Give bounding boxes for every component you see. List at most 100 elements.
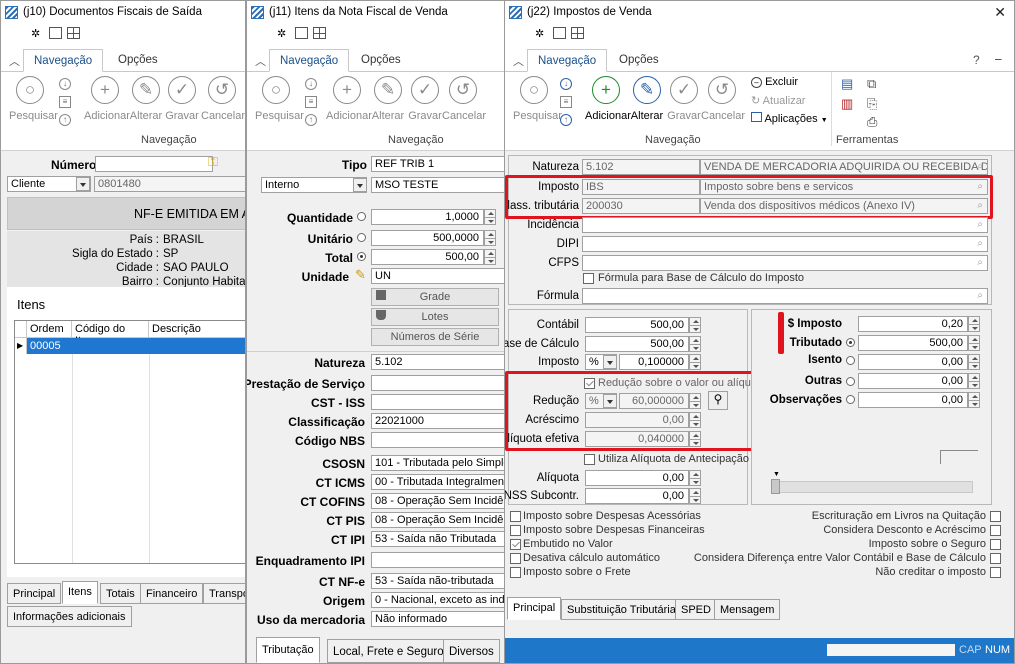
cancelar-button[interactable]: ↺ Cancelar xyxy=(701,76,745,122)
contabil-input[interactable]: 500,00 xyxy=(585,317,689,333)
outras-radio[interactable] xyxy=(846,377,855,386)
outras-stepper[interactable] xyxy=(968,373,980,389)
arrow-down-icon[interactable]: ↓ xyxy=(560,78,572,90)
numeros-serie-button[interactable]: Números de Série xyxy=(371,328,499,346)
comment-icon[interactable]: ▤ xyxy=(841,76,853,92)
list-icon[interactable]: ≡ xyxy=(305,96,317,108)
pesquisar-button[interactable]: ○ Pesquisar xyxy=(255,76,304,122)
imposto-percent-stepper[interactable] xyxy=(689,354,701,370)
tab-navegacao[interactable]: Navegação xyxy=(23,49,104,72)
total-radio[interactable] xyxy=(357,252,366,261)
classificacao-input[interactable]: 22021000 xyxy=(371,413,505,429)
tab-opcoes[interactable]: Opções xyxy=(609,49,669,72)
numero-input[interactable] xyxy=(95,156,213,172)
gravar-button[interactable]: ✓ Gravar xyxy=(663,76,705,122)
slider-track[interactable] xyxy=(771,481,973,493)
tributado-stepper[interactable] xyxy=(968,335,980,351)
slider-handle[interactable] xyxy=(771,479,780,494)
pesquisar-button[interactable]: ○ Pesquisar xyxy=(513,76,562,122)
paste-icon[interactable]: ⎘ xyxy=(867,96,877,112)
tab-navegacao[interactable]: Navegação xyxy=(527,49,608,72)
collapse-ribbon-icon[interactable]: ︿ xyxy=(513,53,524,69)
natureza-input[interactable]: 5.102 xyxy=(371,354,505,370)
contabil-stepper[interactable] xyxy=(689,317,701,333)
formula-input[interactable]: ⌕ xyxy=(582,288,988,304)
list-icon[interactable]: ≡ xyxy=(560,96,572,108)
tab-principal[interactable]: Principal xyxy=(507,597,562,620)
cliente-input[interactable]: 0801480 xyxy=(94,176,245,192)
quantidade-radio[interactable] xyxy=(357,212,366,221)
gravar-button[interactable]: ✓ Gravar xyxy=(404,76,446,122)
dipi-input[interactable]: ⌕ xyxy=(582,236,988,252)
aplicacoes-menu[interactable]: Aplicações ▼ xyxy=(751,112,828,125)
aliquota-input[interactable]: 0,00 xyxy=(585,470,689,486)
gravar-button[interactable]: ✓ Gravar xyxy=(161,76,203,122)
chevron-down-icon[interactable] xyxy=(76,177,90,191)
grade-button[interactable]: Grade xyxy=(371,288,499,306)
left-checkbox-4[interactable] xyxy=(510,567,521,578)
origem-input[interactable]: 0 - Nacional, exceto as indica xyxy=(371,592,505,608)
inss-stepper[interactable] xyxy=(689,488,701,504)
unitario-input[interactable]: 500,0000 xyxy=(371,230,484,246)
tab-substituicao-tributaria[interactable]: Substituição Tributária xyxy=(561,599,682,620)
observacoes-stepper[interactable] xyxy=(968,392,980,408)
copy-icon[interactable]: ⧉ xyxy=(867,76,876,92)
base-calculo-stepper[interactable] xyxy=(689,336,701,352)
cancelar-button[interactable]: ↺ Cancelar xyxy=(201,76,245,122)
prestacao-input[interactable] xyxy=(371,375,505,391)
right-checkbox-2[interactable] xyxy=(990,539,1001,550)
ct-nfe-input[interactable]: 53 - Saída não-tributada xyxy=(371,573,505,589)
table-row[interactable]: 00005 xyxy=(27,338,245,354)
calendar-icon[interactable] xyxy=(295,27,308,40)
ct-cofins-input[interactable]: 08 - Operação Sem Incidênci xyxy=(371,493,505,509)
ct-pis-input[interactable]: 08 - Operação Sem Incidênci xyxy=(371,512,505,528)
key-icon[interactable]: ⚿ xyxy=(208,154,218,170)
adicionar-button[interactable]: + Adicionar xyxy=(585,76,631,122)
arrow-up-icon[interactable]: ↑ xyxy=(305,114,317,126)
close-icon[interactable]: ✕ xyxy=(994,4,1006,21)
cancelar-button[interactable]: ↺ Cancelar xyxy=(442,76,486,122)
codigo-nbs-input[interactable] xyxy=(371,432,505,448)
tab-totais[interactable]: Totais xyxy=(100,583,141,604)
total-stepper[interactable] xyxy=(484,249,496,265)
tab-mensagem[interactable]: Mensagem xyxy=(714,599,781,620)
aliquota-stepper[interactable] xyxy=(689,470,701,486)
uso-mercadoria-input[interactable]: Não informado xyxy=(371,611,505,627)
pin-icon[interactable]: ✲ xyxy=(31,27,44,40)
unitario-radio[interactable] xyxy=(357,233,366,242)
pin-icon[interactable]: ✲ xyxy=(535,27,548,40)
arrow-down-icon[interactable]: ↓ xyxy=(59,78,71,90)
isento-stepper[interactable] xyxy=(968,354,980,370)
alterar-button[interactable]: ✎ Alterar xyxy=(626,76,668,122)
natureza-desc-input[interactable]: VENDA DE MERCADORIA ADQUIRIDA OU RECEBID… xyxy=(700,159,988,175)
excluir-button[interactable]: – Excluir xyxy=(751,76,798,88)
pin-icon[interactable]: ✲ xyxy=(277,27,290,40)
total-input[interactable]: 500,00 xyxy=(371,249,484,265)
grid-header-descricao[interactable]: Descrição xyxy=(149,321,245,338)
right-checkbox-4[interactable] xyxy=(990,567,1001,578)
left-checkbox-3[interactable] xyxy=(510,553,521,564)
tab-tributacao[interactable]: Tributação xyxy=(256,637,320,663)
imposto-percent-input[interactable]: 0,100000 xyxy=(619,354,689,370)
alterar-button[interactable]: ✎ Alterar xyxy=(367,76,409,122)
tab-navegacao[interactable]: Navegação xyxy=(269,49,350,72)
left-checkbox-1[interactable] xyxy=(510,525,521,536)
tab-diversos[interactable]: Diversos xyxy=(443,639,500,663)
cst-iss-input[interactable] xyxy=(371,394,505,410)
observacoes-input[interactable]: 0,00 xyxy=(858,392,968,408)
right-checkbox-3[interactable] xyxy=(990,553,1001,564)
unitario-stepper[interactable] xyxy=(484,230,496,246)
chevron-down-icon[interactable] xyxy=(603,355,617,369)
tributado-input[interactable]: 500,00 xyxy=(858,335,968,351)
arrow-down-icon[interactable]: ↓ xyxy=(305,78,317,90)
help-icon[interactable]: ? xyxy=(973,53,980,67)
collapse-ribbon-icon[interactable]: ︿ xyxy=(255,53,266,69)
unidade-input[interactable]: UN xyxy=(371,268,505,284)
calendar-icon[interactable] xyxy=(49,27,62,40)
pencil-icon[interactable]: ✎ xyxy=(355,267,366,283)
cfps-input[interactable]: ⌕ xyxy=(582,255,988,271)
adicionar-button[interactable]: + Adicionar xyxy=(326,76,372,122)
tab-opcoes[interactable]: Opções xyxy=(108,49,168,72)
formula-checkbox[interactable] xyxy=(583,273,594,284)
tab-local-frete-seguro[interactable]: Local, Frete e Seguro xyxy=(327,639,450,663)
